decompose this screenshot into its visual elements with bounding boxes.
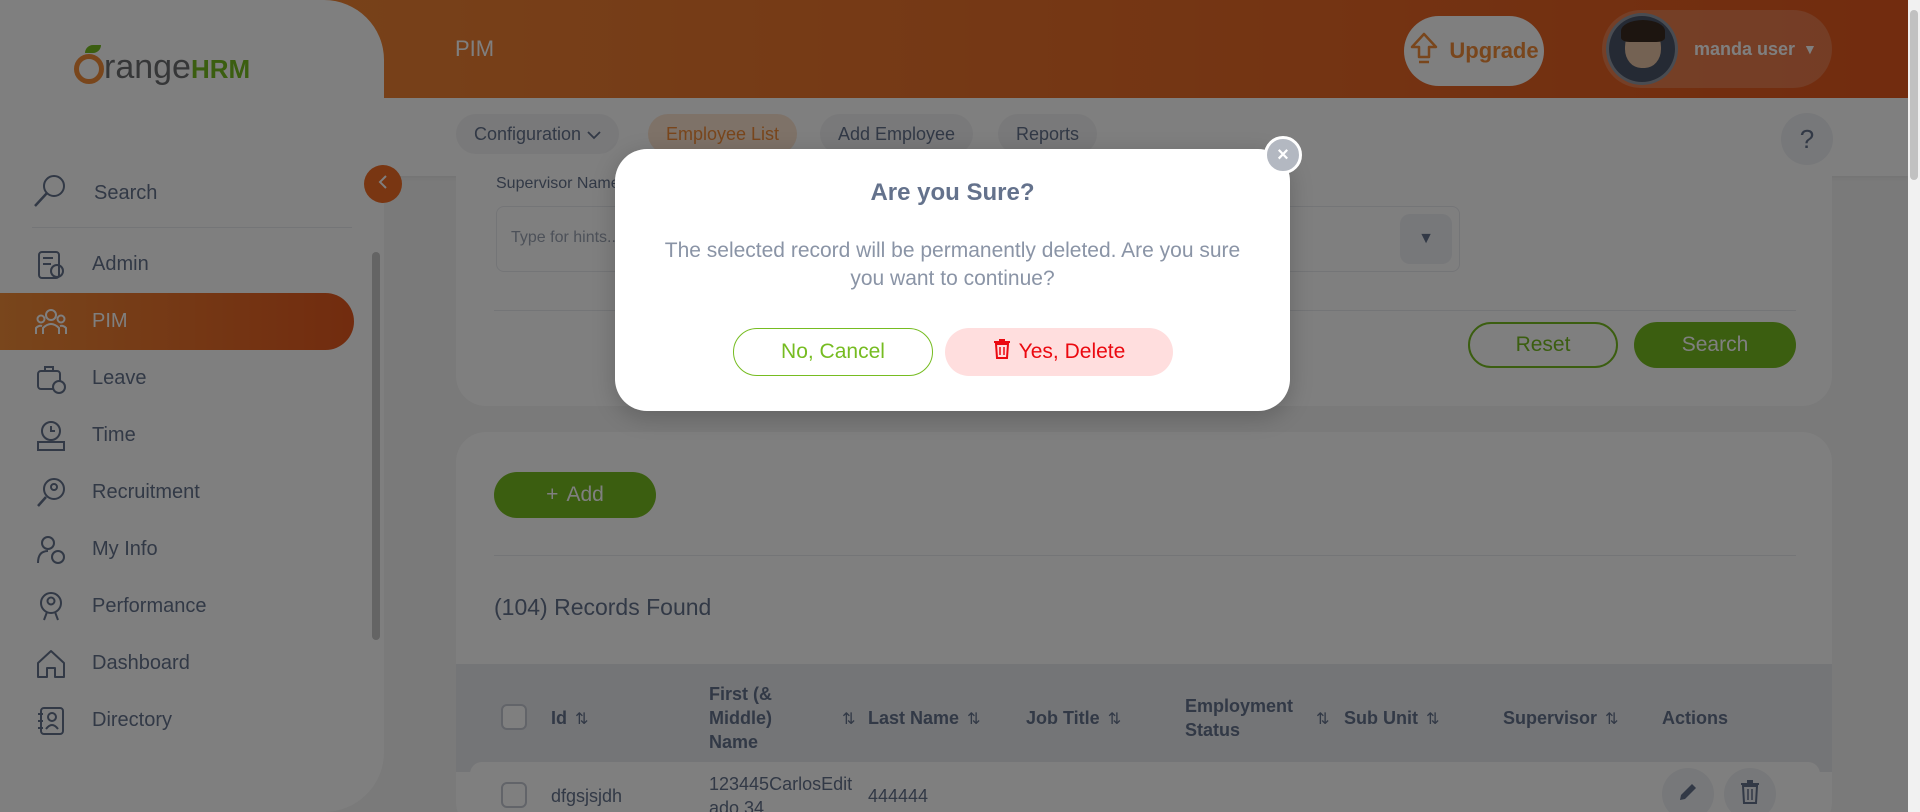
trash-icon <box>993 339 1011 365</box>
close-icon[interactable]: × <box>1264 136 1302 174</box>
page-scrollbar-thumb[interactable] <box>1910 10 1918 180</box>
confirm-delete-label: Yes, Delete <box>1018 340 1126 363</box>
dialog-message: The selected record will be permanently … <box>664 239 1241 290</box>
confirm-delete-button[interactable]: Yes, Delete <box>945 328 1173 376</box>
dialog-title: Are you Sure? <box>870 179 1035 206</box>
cancel-button[interactable]: No, Cancel <box>733 328 933 376</box>
confirm-delete-dialog: Are you Sure? The selected record will b… <box>615 149 1290 411</box>
